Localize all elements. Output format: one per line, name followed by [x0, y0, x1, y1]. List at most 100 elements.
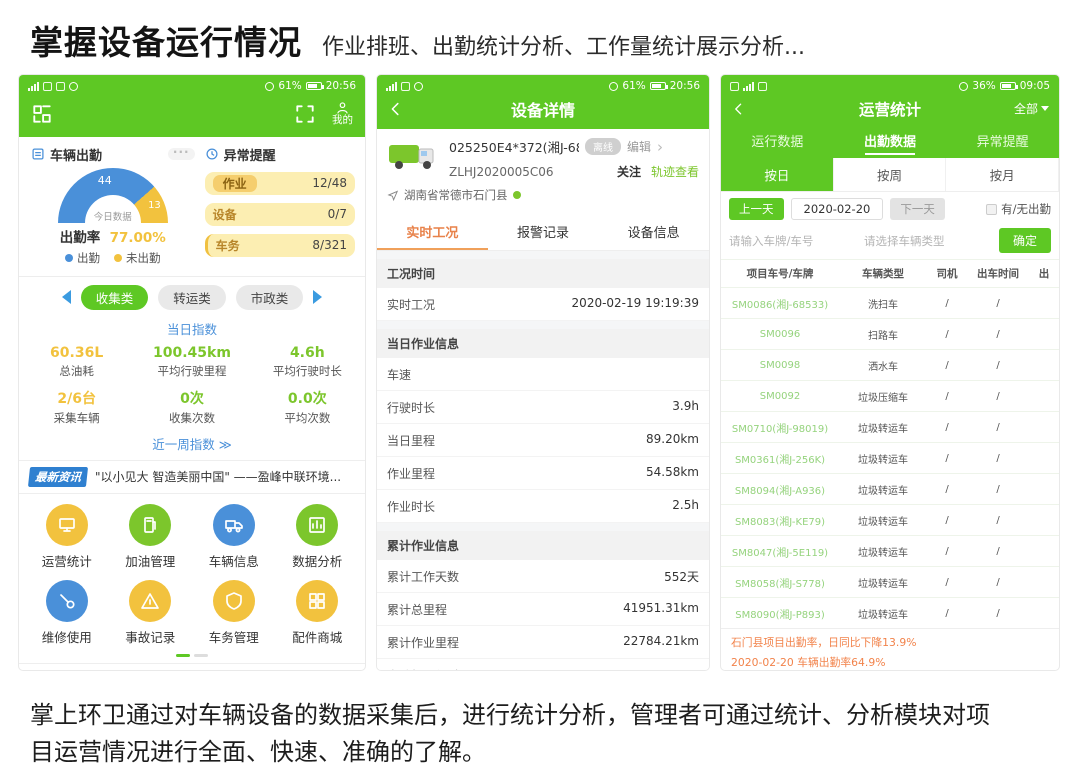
- alert-row-vehicle[interactable]: 车务 8/321: [205, 234, 355, 257]
- tab-realtime-status[interactable]: 实时工况: [377, 213, 488, 250]
- clock-time: 20:56: [326, 80, 356, 92]
- vehicle-type: 垃圾转运车: [839, 606, 927, 621]
- table-row[interactable]: SM0098洒水车//: [721, 349, 1059, 380]
- audit-notification[interactable]: 车辆信息审核 石门县项目车辆信息审核中 2020-2-19 20:53:34 1: [19, 663, 365, 671]
- tab-collection[interactable]: 收集类: [81, 285, 149, 310]
- table-row[interactable]: SM8094(湘J-A936)垃圾转运车//: [721, 473, 1059, 504]
- app-fuel-management[interactable]: 加油管理: [109, 504, 193, 570]
- next-day-button[interactable]: 下一天: [890, 198, 945, 220]
- table-row[interactable]: SM8058(湘J-S778)垃圾转运车//: [721, 566, 1059, 597]
- app-parts-mall[interactable]: 配件商城: [276, 580, 360, 646]
- prev-day-button[interactable]: 上一天: [729, 198, 784, 220]
- signal-icon: [386, 82, 397, 91]
- plate-search-input[interactable]: 请输入车牌/车号: [729, 233, 858, 249]
- confirm-button[interactable]: 确定: [999, 228, 1051, 253]
- monitor-icon: [57, 515, 77, 535]
- qr-code-icon[interactable]: [31, 103, 53, 125]
- table-row[interactable]: SM8083(湘J-KE79)垃圾转运车//: [721, 504, 1059, 535]
- col-plate: 项目车号/车牌: [721, 266, 839, 281]
- chevron-right-icon[interactable]: ›: [657, 138, 663, 156]
- home-nav-bar: 我的: [19, 95, 365, 137]
- phone-device-detail: 61% 20:56 设备详情: [376, 74, 710, 671]
- table-row[interactable]: SM0361(湘J-256K)垃圾转运车//: [721, 442, 1059, 473]
- vehicle-plate[interactable]: SM8047(湘J-5E119): [721, 544, 839, 559]
- edit-button[interactable]: 编辑: [627, 138, 651, 155]
- week-index-link[interactable]: 近一周指数 ≫: [19, 426, 365, 460]
- tab-transfer[interactable]: 转运类: [158, 285, 226, 310]
- data-row: 发动机工作时间: [377, 659, 709, 671]
- col-driver: 司机: [927, 266, 967, 281]
- phone-screenshots: 61% 20:56: [0, 72, 1080, 671]
- vehicle-plate[interactable]: SM8083(湘J-KE79): [721, 513, 839, 528]
- scan-icon[interactable]: [294, 103, 316, 125]
- vehicle-plate[interactable]: SM0086(湘J-68533): [721, 296, 839, 311]
- vehicle-plate[interactable]: SM8090(湘J-P893): [721, 606, 839, 621]
- vehicle-type-select[interactable]: 请选择车辆类型: [864, 233, 993, 249]
- table-row[interactable]: SM8047(湘J-5E119)垃圾转运车//: [721, 535, 1059, 566]
- more-icon[interactable]: ···: [168, 148, 195, 160]
- table-header-row: 项目车号/车牌 车辆类型 司机 出车时间 出: [721, 259, 1059, 287]
- legend-absent: 未出勤: [126, 251, 161, 265]
- app-label: 车辆信息: [209, 551, 259, 570]
- app-vehicle-info[interactable]: 车辆信息: [192, 504, 276, 570]
- tab-by-month[interactable]: 按月: [946, 158, 1059, 191]
- arrow-left-icon[interactable]: [62, 290, 71, 304]
- date-picker[interactable]: 2020-02-20: [791, 198, 884, 220]
- daily-stats-grid: 60.36L总油耗 100.45km平均行驶里程 4.6h平均行驶时长 2/6台…: [19, 345, 365, 426]
- tab-alarm-records[interactable]: 报警记录: [488, 213, 599, 250]
- tab-abnormal-alerts[interactable]: 异常提醒: [946, 127, 1059, 158]
- vehicle-plate[interactable]: SM0361(湘J-256K): [721, 451, 839, 466]
- abnormal-alerts-card: 异常提醒 作业 12/48 设备 0/7 车务 8/321: [199, 143, 357, 268]
- page: 掌握设备运行情况 作业排班、出勤统计分析、工作量统计展示分析... 61%: [0, 0, 1080, 769]
- table-row[interactable]: SM0096扫路车//: [721, 318, 1059, 349]
- tab-by-week[interactable]: 按周: [834, 158, 947, 191]
- vehicle-summary-card: 025250E4*372(湘J-685... 离线 编辑 › ZLHJ20200…: [377, 129, 709, 213]
- section-status-time: 工况时间 实时工况 2020-02-19 19:19:39: [377, 259, 709, 321]
- app-vehicle-affairs[interactable]: 车务管理: [192, 580, 276, 646]
- follow-button[interactable]: 关注: [617, 163, 641, 180]
- vehicle-plate[interactable]: SM0092: [721, 391, 839, 402]
- tab-attendance-data[interactable]: 出勤数据: [834, 127, 947, 158]
- vehicle-plate[interactable]: SM8094(湘J-A936): [721, 482, 839, 497]
- gps-icon: [265, 82, 274, 91]
- status-bar: 36% 09:05: [721, 75, 1059, 95]
- track-view-link[interactable]: 轨迹查看: [651, 163, 699, 180]
- battery-percent: 61%: [278, 80, 301, 92]
- legend-attended: 出勤: [77, 251, 100, 265]
- row-value: 2.5h: [672, 498, 699, 515]
- tab-device-info[interactable]: 设备信息: [598, 213, 709, 250]
- app-data-analysis[interactable]: 数据分析: [276, 504, 360, 570]
- app-operations-stats[interactable]: 运营统计: [25, 504, 109, 570]
- offline-badge: 离线: [585, 138, 621, 155]
- vehicle-plate[interactable]: SM0710(湘J-98019): [721, 420, 839, 435]
- vehicle-plate[interactable]: SM8058(湘J-S778): [721, 575, 839, 590]
- app-label: 加油管理: [125, 551, 175, 570]
- tab-municipal[interactable]: 市政类: [236, 285, 304, 310]
- table-row[interactable]: SM8090(湘J-P893)垃圾转运车//: [721, 597, 1059, 628]
- arrow-right-icon[interactable]: [313, 290, 322, 304]
- vehicle-plate[interactable]: SM0096: [721, 329, 839, 340]
- tab-by-day[interactable]: 按日: [721, 158, 834, 191]
- screen-title: 运营统计: [721, 98, 1059, 120]
- vehicle-plate[interactable]: SM0098: [721, 360, 839, 371]
- news-ticker[interactable]: 最新资讯 "以小见大 智造美丽中国" ——盈峰中联环境...: [19, 460, 365, 494]
- data-row: 实时工况 2020-02-19 19:19:39: [377, 288, 709, 321]
- my-profile-button[interactable]: 我的: [332, 101, 353, 127]
- vehicle-type: 垃圾转运车: [839, 482, 927, 497]
- tab-running-data[interactable]: 运行数据: [721, 127, 834, 158]
- battery-icon: [1000, 82, 1016, 90]
- notification-icon: [401, 82, 410, 91]
- detail-tabs: 实时工况 报警记录 设备信息: [377, 213, 709, 251]
- data-row: 作业时长2.5h: [377, 490, 709, 523]
- signal-icon: [28, 82, 39, 91]
- alert-row-work[interactable]: 作业 12/48: [205, 172, 355, 195]
- table-row[interactable]: SM0710(湘J-98019)垃圾转运车//: [721, 411, 1059, 442]
- app-repair-usage[interactable]: 维修使用: [25, 580, 109, 646]
- stat-value: 2/6台: [19, 388, 134, 408]
- table-row[interactable]: SM0086(湘J-68533)洗扫车//: [721, 287, 1059, 318]
- table-row[interactable]: SM0092垃圾压缩车//: [721, 380, 1059, 411]
- gauge-attended-value: 44: [98, 174, 112, 187]
- attendance-filter-checkbox[interactable]: 有/无出勤: [986, 201, 1051, 217]
- app-accident-records[interactable]: 事故记录: [109, 580, 193, 646]
- alert-row-device[interactable]: 设备 0/7: [205, 203, 355, 226]
